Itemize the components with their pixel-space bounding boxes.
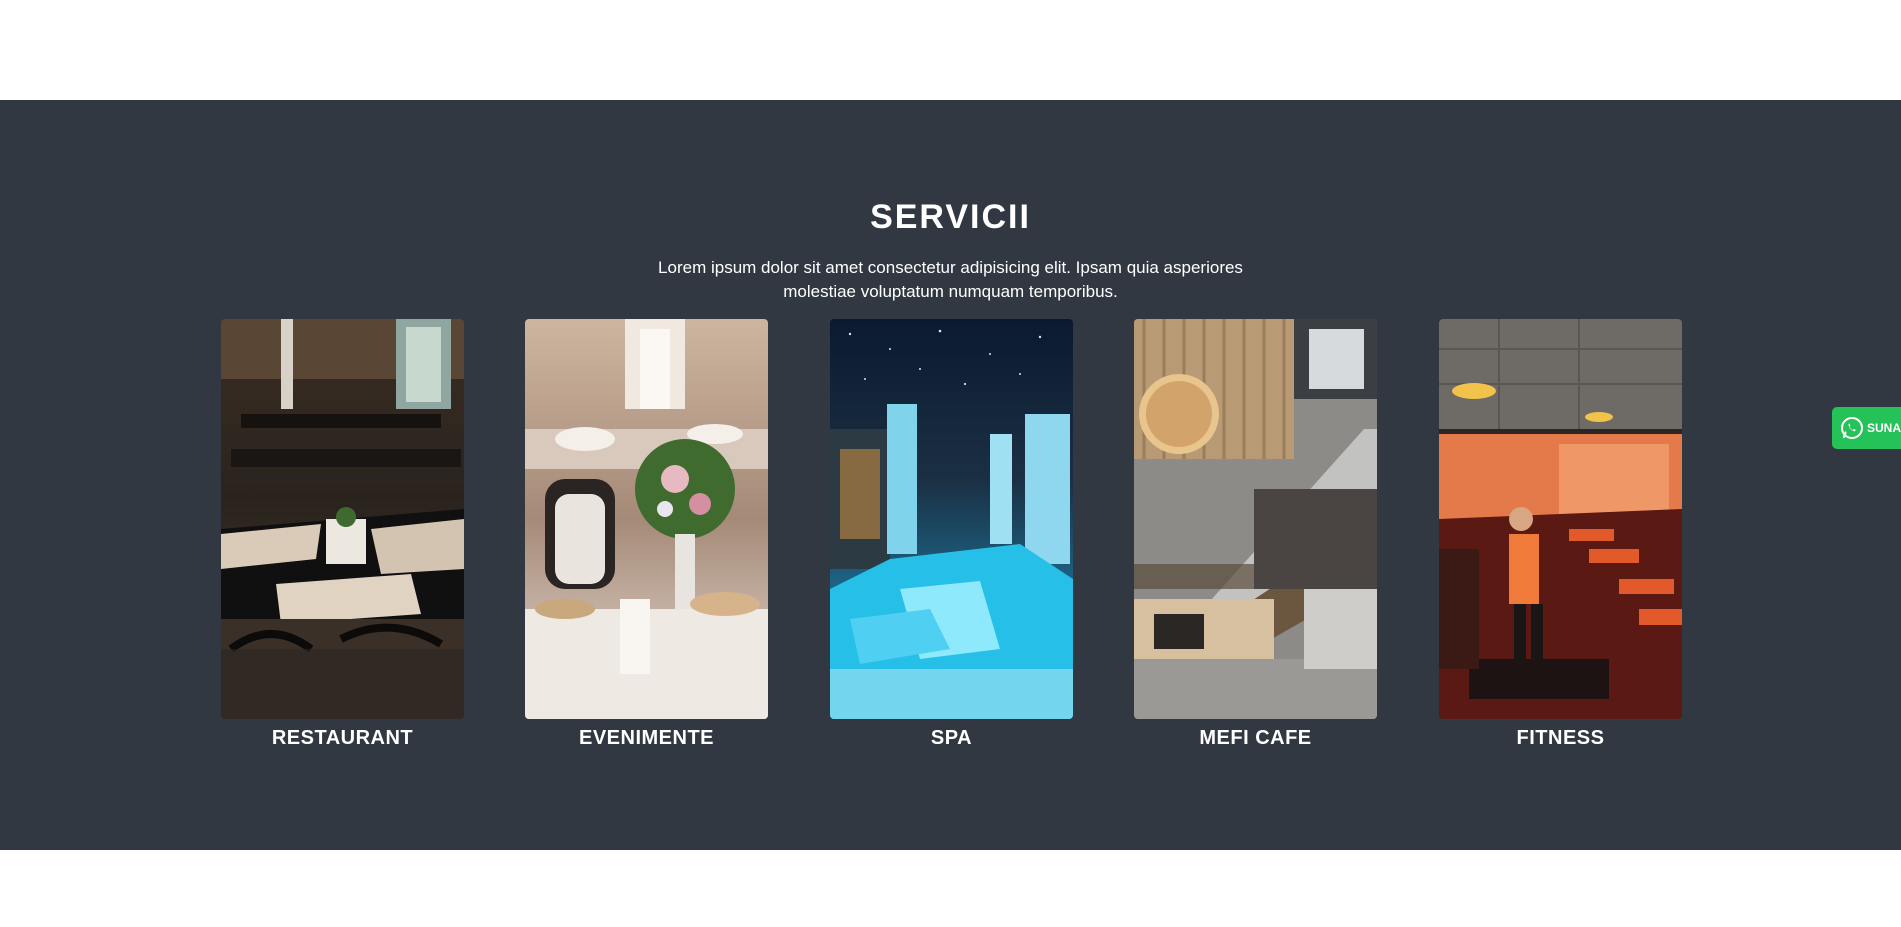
- service-card-restaurant[interactable]: RESTAURANT: [221, 319, 464, 759]
- service-label[interactable]: SPA: [810, 727, 1093, 750]
- whatsapp-icon: [1840, 417, 1863, 439]
- service-label[interactable]: MEFI CAFE: [1114, 727, 1397, 750]
- section-subtitle: Lorem ipsum dolor sit amet consectetur a…: [658, 258, 1243, 301]
- cafe-photo[interactable]: [1134, 319, 1377, 719]
- restaurant-photo[interactable]: [221, 319, 464, 719]
- service-card-spa[interactable]: SPA: [830, 319, 1073, 759]
- service-label[interactable]: FITNESS: [1419, 727, 1702, 750]
- service-card-fitness[interactable]: FITNESS: [1439, 319, 1682, 759]
- service-label[interactable]: EVENIMENTE: [505, 727, 788, 750]
- service-label[interactable]: RESTAURANT: [201, 727, 484, 750]
- service-card-events[interactable]: EVENIMENTE: [525, 319, 768, 759]
- section-title: SERVICII: [870, 198, 1031, 236]
- events-photo[interactable]: [525, 319, 768, 719]
- service-card-cafe[interactable]: MEFI CAFE: [1134, 319, 1377, 759]
- services-cards: RESTAURANT EVENIMENTE SPA MEFI CAFE FITN…: [221, 319, 1683, 759]
- spa-photo[interactable]: [830, 319, 1073, 719]
- services-section: SERVICII Lorem ipsum dolor sit amet cons…: [0, 100, 1901, 850]
- whatsapp-call-button[interactable]: SUNA: [1832, 407, 1901, 449]
- whatsapp-label: SUNA: [1866, 421, 1901, 435]
- fitness-photo[interactable]: [1439, 319, 1682, 719]
